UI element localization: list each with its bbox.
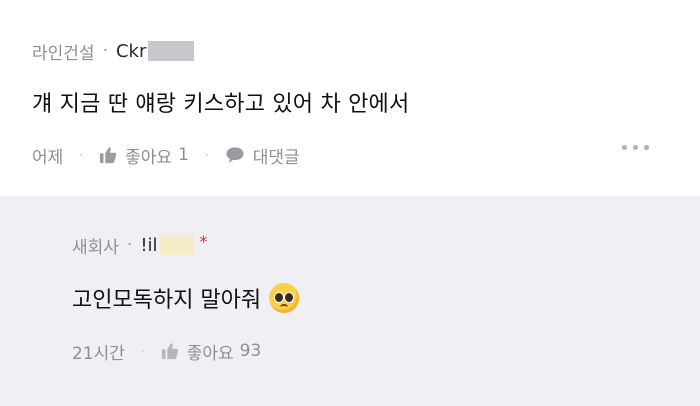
reply-like-label: 좋아요 [186,343,234,364]
action-separator: · [204,148,209,162]
comment-actions: 어제 · 좋아요 1 · 대댓글 [32,143,300,168]
action-separator: · [79,148,84,162]
reply-company: 새회사 [72,237,119,258]
thumbs-up-icon [161,343,178,360]
reply-text-row: 고인모독하지 말아줘 [72,282,300,314]
redaction-mask [159,235,194,255]
reply-text: 고인모독하지 말아줘 [72,288,262,313]
reply-handle[interactable]: !il [140,235,157,256]
redaction-mask [148,41,195,61]
comment-handle[interactable]: Ckr [116,41,146,62]
comment-text: 걔 지금 딴 얘랑 키스하고 있어 차 안에서 [32,92,410,117]
meta-separator: · [126,235,133,255]
comment-time: 어제 [32,147,64,168]
meta-separator: · [102,41,108,61]
reply-actions: 21시간 · 좋아요 93 [72,339,262,364]
reply-like-button[interactable]: 좋아요 93 [161,339,262,364]
pleading-face-emoji [269,283,300,313]
like-button[interactable]: 좋아요 1 [99,143,189,168]
reply-button[interactable]: 대댓글 [225,143,300,168]
more-dots-icon[interactable] [622,145,649,150]
thumbs-up-icon [100,147,117,164]
speech-bubble-icon [226,147,244,163]
action-separator: · [140,344,145,358]
comment-company: 라인건설 [32,43,95,64]
reply-like-count: 93 [239,341,262,361]
comment-meta: 라인건설 · Ckr [32,38,195,64]
comment-card: 라인건설 · Ckr 걔 지금 딴 얘랑 키스하고 있어 차 안에서 어제 · … [0,0,700,196]
like-label: 좋아요 [125,147,173,168]
reply-meta: 새회사 · !il * [72,232,208,258]
author-marker: * [199,231,208,251]
reply-label: 대댓글 [252,147,300,168]
reply-time: 21시간 [72,343,125,364]
like-count: 1 [178,145,189,165]
